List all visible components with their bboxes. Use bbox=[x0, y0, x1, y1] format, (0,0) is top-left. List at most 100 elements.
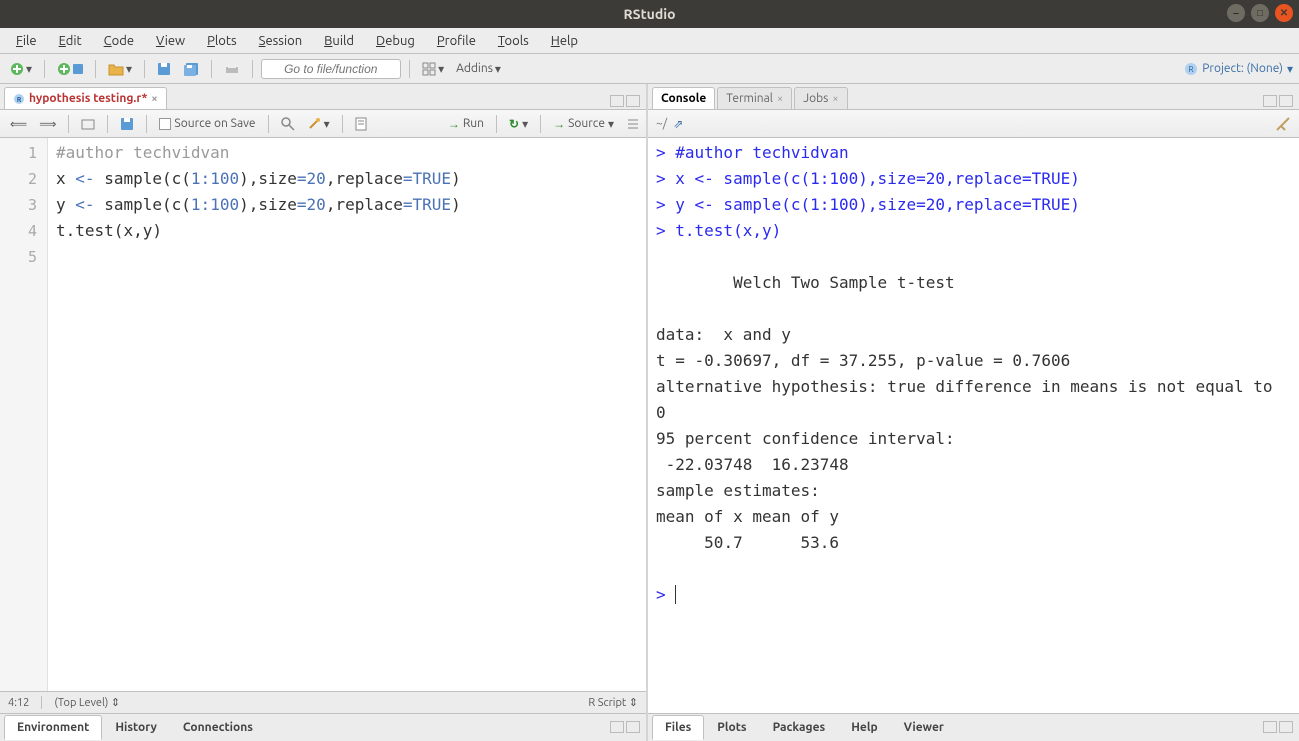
pane-minimize-icon[interactable] bbox=[1263, 721, 1277, 733]
close-tab-icon[interactable]: × bbox=[832, 93, 838, 105]
close-tab-icon[interactable]: × bbox=[777, 93, 783, 105]
source-statusbar: 4:12 (Top Level) ⇕ R Script ⇕ bbox=[0, 691, 646, 713]
run-button[interactable]: → Run bbox=[444, 115, 488, 133]
main-toolbar: ▾ ▾ ➤ ▾ Addins ▾ R Project: (None) ▾ bbox=[0, 54, 1299, 84]
run-label: Run bbox=[463, 117, 484, 130]
env-tabs: Environment History Connections bbox=[0, 713, 646, 741]
menu-edit[interactable]: Edit bbox=[49, 31, 92, 51]
addins-button[interactable]: Addins ▾ bbox=[452, 60, 505, 78]
close-button[interactable]: ✕ bbox=[1275, 4, 1293, 22]
console-cursor bbox=[675, 585, 686, 604]
folder-open-icon bbox=[108, 62, 124, 76]
line-no: 4 bbox=[4, 218, 37, 244]
code-area[interactable]: #author techvidvan x <- sample(c(1:100),… bbox=[48, 138, 646, 691]
report-button[interactable] bbox=[351, 115, 371, 133]
menu-help[interactable]: Help bbox=[541, 31, 588, 51]
tab-packages[interactable]: Packages bbox=[760, 715, 839, 740]
tab-viewer[interactable]: Viewer bbox=[891, 715, 957, 740]
line-gutter: 1 2 3 4 5 bbox=[0, 138, 48, 691]
close-tab-icon[interactable]: × bbox=[151, 93, 157, 105]
show-in-window-button[interactable] bbox=[77, 116, 99, 132]
popout-icon bbox=[81, 118, 95, 130]
print-button[interactable] bbox=[220, 60, 244, 78]
tab-help[interactable]: Help bbox=[838, 715, 890, 740]
new-project-button[interactable] bbox=[53, 60, 87, 78]
source-toolbar: ⟸ ⟹ Source on Save ▾ → Run ↻ ▾ → Source … bbox=[0, 110, 646, 138]
tab-environment[interactable]: Environment bbox=[4, 715, 102, 740]
open-file-button[interactable]: ▾ bbox=[104, 60, 136, 78]
project-label: Project: (None) bbox=[1202, 62, 1283, 75]
save-all-button[interactable] bbox=[179, 60, 203, 78]
new-file-button[interactable]: ▾ bbox=[6, 60, 36, 78]
save-all-icon bbox=[183, 62, 199, 76]
menu-debug[interactable]: Debug bbox=[366, 31, 425, 51]
pane-minmax bbox=[610, 95, 642, 109]
pane-minimize-icon[interactable] bbox=[610, 95, 624, 107]
go-to-dir-icon[interactable]: ⇗ bbox=[673, 117, 683, 131]
console-tabs: Console Terminal × Jobs × bbox=[648, 84, 1299, 110]
addins-label: Addins bbox=[456, 62, 493, 75]
rerun-button[interactable]: ↻ ▾ bbox=[505, 115, 532, 133]
menu-view[interactable]: View bbox=[146, 31, 195, 51]
tab-history[interactable]: History bbox=[102, 715, 170, 740]
source-on-save-label: Source on Save bbox=[174, 117, 255, 130]
clear-console-button[interactable] bbox=[1275, 116, 1291, 132]
broom-icon bbox=[1275, 116, 1291, 132]
console-minmax bbox=[1263, 95, 1295, 109]
minimize-button[interactable]: ‒ bbox=[1227, 4, 1245, 22]
source-tab-label: hypothesis testing.r* bbox=[29, 92, 147, 105]
menu-tools[interactable]: Tools bbox=[488, 31, 539, 51]
maximize-button[interactable]: □ bbox=[1251, 4, 1269, 22]
menu-profile[interactable]: Profile bbox=[427, 31, 486, 51]
console-header: ~/ ⇗ bbox=[648, 110, 1299, 138]
cursor-position: 4:12 bbox=[8, 697, 29, 709]
file-mode-selector[interactable]: R Script ⇕ bbox=[588, 696, 638, 709]
line-no: 2 bbox=[4, 166, 37, 192]
goto-file-input[interactable] bbox=[261, 59, 401, 79]
source-editor[interactable]: 1 2 3 4 5 #author techvidvan x <- sample… bbox=[0, 138, 646, 691]
pane-minimize-icon[interactable] bbox=[1263, 95, 1277, 107]
grid-button[interactable]: ▾ bbox=[418, 60, 448, 78]
code-line: t.test(x,y) bbox=[56, 221, 162, 240]
tab-connections[interactable]: Connections bbox=[170, 715, 266, 740]
files-tabs: Files Plots Packages Help Viewer bbox=[648, 713, 1299, 741]
project-menu[interactable]: R Project: (None) ▾ bbox=[1184, 62, 1293, 76]
find-button[interactable] bbox=[277, 115, 299, 133]
menu-code[interactable]: Code bbox=[94, 31, 144, 51]
menu-file[interactable]: File bbox=[6, 31, 47, 51]
outline-button[interactable] bbox=[622, 117, 640, 131]
menu-plots[interactable]: Plots bbox=[197, 31, 247, 51]
line-no: 1 bbox=[4, 140, 37, 166]
code-line: #author techvidvan bbox=[56, 143, 229, 162]
source-menu-button[interactable]: → Source ▾ bbox=[549, 115, 618, 133]
back-button[interactable]: ⟸ bbox=[6, 115, 31, 133]
tab-jobs[interactable]: Jobs × bbox=[794, 87, 847, 109]
pane-maximize-icon[interactable] bbox=[1279, 721, 1293, 733]
source-on-save-check[interactable]: Source on Save bbox=[155, 115, 259, 132]
checkbox-icon bbox=[159, 118, 171, 130]
console-result: Welch Two Sample t-test data: x and y t … bbox=[656, 273, 1282, 552]
code-line: y <- sample(c(1:100),size=20,replace=TRU… bbox=[56, 195, 461, 214]
forward-button[interactable]: ⟹ bbox=[35, 115, 60, 133]
source-tab[interactable]: R hypothesis testing.r* × bbox=[4, 87, 167, 109]
scope-selector[interactable]: (Top Level) ⇕ bbox=[41, 696, 120, 709]
menu-build[interactable]: Build bbox=[314, 31, 364, 51]
svg-text:R: R bbox=[17, 96, 22, 104]
tab-terminal[interactable]: Terminal × bbox=[717, 87, 792, 109]
tab-files[interactable]: Files bbox=[652, 715, 704, 740]
console-output[interactable]: > #author techvidvan > x <- sample(c(1:1… bbox=[648, 138, 1299, 713]
pane-minimize-icon[interactable] bbox=[610, 721, 624, 733]
tab-console[interactable]: Console bbox=[652, 87, 715, 109]
pane-maximize-icon[interactable] bbox=[626, 721, 640, 733]
pane-maximize-icon[interactable] bbox=[1279, 95, 1293, 107]
wand-button[interactable]: ▾ bbox=[303, 115, 334, 133]
r-cube-icon bbox=[73, 64, 83, 74]
working-dir[interactable]: ~/ bbox=[656, 117, 667, 130]
files-minmax bbox=[1263, 721, 1295, 735]
tab-plots[interactable]: Plots bbox=[704, 715, 759, 740]
menu-session[interactable]: Session bbox=[249, 31, 312, 51]
save-source-button[interactable] bbox=[116, 115, 138, 133]
save-button[interactable] bbox=[153, 60, 175, 78]
pane-maximize-icon[interactable] bbox=[626, 95, 640, 107]
wand-icon bbox=[307, 117, 321, 131]
